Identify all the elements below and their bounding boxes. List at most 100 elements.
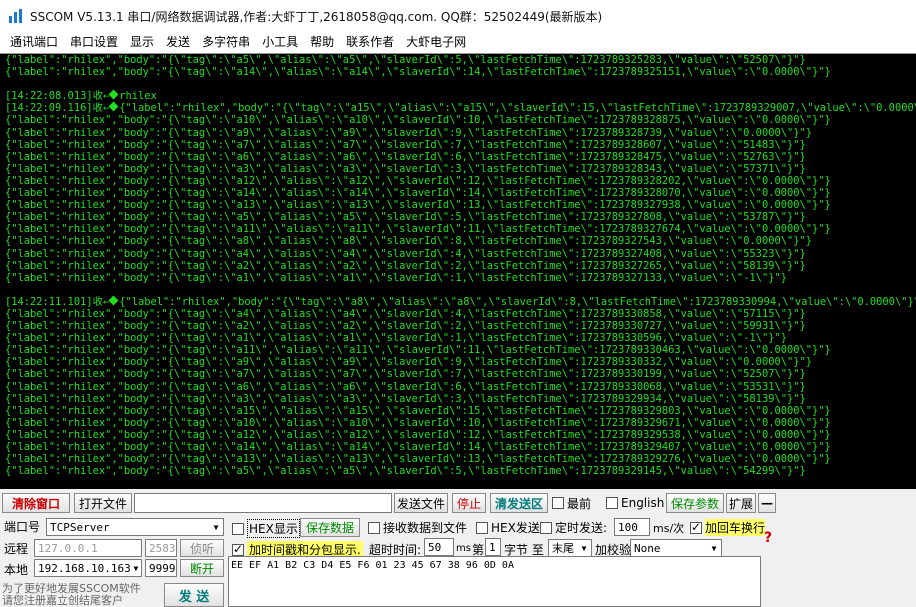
receive-marker-icon (108, 295, 119, 306)
remote-port-value: 2583 (149, 541, 176, 555)
send-file-button[interactable]: 发送文件 (394, 493, 448, 513)
log-line: {"label":"rhilex","body":"{\"tag\":\"a10… (5, 417, 916, 429)
add-crlf-checkbox[interactable]: 加回车换行 (690, 519, 766, 536)
log-line: {"label":"rhilex","body":"{\"tag\":\"a3\… (5, 163, 916, 175)
log-line: {"label":"rhilex","body":"{\"tag\":\"a10… (5, 114, 916, 126)
byte-start-input[interactable]: 1 (485, 538, 501, 556)
remote-row: 远程 (4, 540, 28, 557)
menu-display[interactable]: 显示 (124, 32, 160, 53)
add-crlf-box (690, 520, 702, 534)
log-line: {"label":"rhilex","body":"{\"tag\":\"a5\… (5, 465, 916, 477)
menu-serial-settings[interactable]: 串口设置 (64, 32, 124, 53)
log-timestamp: [14:22:11.101]收← (5, 295, 110, 308)
menu-website[interactable]: 大虾电子网 (400, 32, 472, 53)
log-text: {"label":"rhilex","body":"{\"tag\":\"a8\… (119, 295, 916, 308)
foremost-checkbox[interactable]: 最前 (552, 495, 591, 512)
timed-send-checkbox[interactable]: 定时发送: (540, 519, 607, 536)
send-button[interactable]: 发 送 (164, 583, 224, 607)
log-line: {"label":"rhilex","body":"{\"tag\":\"a4\… (5, 308, 916, 320)
local-port-input[interactable]: 9999 (145, 559, 177, 577)
log-text: {"label":"rhilex","body":"{\"tag\":\"a12… (5, 428, 831, 441)
log-text: {"label":"rhilex","body":"{\"tag\":\"a1\… (5, 332, 787, 345)
local-ip-select[interactable]: 192.168.10.163 ▼ (34, 559, 142, 577)
menu-tools[interactable]: 小工具 (256, 32, 304, 53)
log-line: {"label":"rhilex","body":"{\"tag\":\"a9\… (5, 127, 916, 139)
open-file-button[interactable]: 打开文件 (74, 493, 132, 513)
chevron-down-icon: ▼ (711, 543, 717, 553)
hex-send-checkbox[interactable]: HEX发送 (476, 519, 540, 536)
remote-port-input[interactable]: 2583 (145, 539, 177, 557)
log-text: {"label":"rhilex","body":"{\"tag\":\"a10… (5, 114, 831, 127)
timed-interval-input[interactable]: 100 (614, 518, 650, 536)
log-line: {"label":"rhilex","body":"{\"tag\":\"a13… (5, 199, 916, 211)
help-icon[interactable]: ? (764, 530, 772, 546)
hex-display-box (232, 522, 244, 535)
foremost-box (552, 497, 564, 509)
log-text: rhilex (119, 90, 157, 103)
log-line: [14:22:09.116]收← {"label":"rhilex","body"… (5, 101, 916, 115)
register-notice-text: 为了更好地发展SSCOM软件 请您注册嘉立创结尾客户 (2, 583, 141, 607)
log-line: {"label":"rhilex","body":"{\"tag\":\"a14… (5, 187, 916, 199)
log-line: {"label":"rhilex","body":"{\"tag\":\"a9\… (5, 356, 916, 368)
stop-button[interactable]: 停止 (452, 493, 486, 513)
log-line: {"label":"rhilex","body":"{\"tag\":\"a14… (5, 66, 916, 78)
save-params-button[interactable]: 保存参数 (666, 493, 724, 513)
toolbar-row: 清除窗口 打开文件 发送文件 停止 清发送区 最前 English 保存参数 扩… (0, 492, 916, 514)
log-text: {"label":"rhilex","body":"{\"tag\":\"a7\… (5, 368, 806, 381)
receive-marker-icon (108, 89, 119, 100)
byte-end-value: 末尾 (552, 542, 574, 555)
log-line: {"label":"rhilex","body":"{\"tag\":\"a2\… (5, 320, 916, 332)
log-text: {"label":"rhilex","body":"{\"tag\":\"a12… (5, 174, 831, 187)
menu-send[interactable]: 发送 (160, 32, 196, 53)
menu-contact[interactable]: 联系作者 (340, 32, 400, 53)
log-text: {"label":"rhilex","body":"{\"tag\":\"a1\… (5, 271, 787, 284)
port-row: 端口号 (4, 518, 40, 535)
hex-display-label: HEX显示 (247, 519, 300, 538)
timeout-unit-label: ms (456, 543, 471, 554)
log-text: {"label":"rhilex","body":"{\"tag\":\"a2\… (5, 259, 806, 272)
log-text: {"label":"rhilex","body":"{\"tag\":\"a15… (119, 102, 916, 115)
register-notice: 为了更好地发展SSCOM软件 请您注册嘉立创结尾客户 (2, 583, 162, 607)
remote-ip-input[interactable]: 127.0.0.1 (34, 539, 142, 557)
english-label: English (621, 496, 665, 510)
english-checkbox[interactable]: English (606, 496, 664, 510)
menu-help[interactable]: 帮助 (304, 32, 340, 53)
file-path-input[interactable] (134, 493, 392, 513)
expand-button[interactable]: 扩展 (726, 493, 756, 513)
clear-send-button[interactable]: 清发送区 (490, 493, 548, 513)
log-line: {"label":"rhilex","body":"{\"tag\":\"a12… (5, 175, 916, 187)
disconnect-button[interactable]: 断开 (180, 559, 224, 577)
checksum-value: None (634, 541, 661, 555)
port-select-value: TCPServer (50, 520, 110, 534)
log-text: {"label":"rhilex","body":"{\"tag\":\"a9\… (5, 126, 812, 139)
port-select[interactable]: TCPServer ▼ (46, 518, 224, 536)
log-line: {"label":"rhilex","body":"{\"tag\":\"a13… (5, 453, 916, 465)
timestamp-box (232, 542, 244, 556)
foremost-label: 最前 (567, 496, 592, 511)
listen-button[interactable]: 侦听 (180, 539, 224, 557)
timeout-input[interactable]: 50 (424, 538, 454, 556)
checksum-select[interactable]: None ▼ (630, 539, 722, 557)
timed-send-box (540, 521, 552, 534)
log-line: [14:22:11.101]收← {"label":"rhilex","body"… (5, 295, 916, 308)
log-text: {"label":"rhilex","body":"{\"tag\":\"a3\… (5, 162, 806, 175)
clear-window-button[interactable]: 清除窗口 (2, 493, 70, 513)
recv-to-file-checkbox[interactable]: 接收数据到文件 (368, 519, 467, 536)
log-line: [14:22:08.013]收← rhilex (5, 89, 916, 103)
chevron-down-icon: ▼ (213, 522, 219, 532)
log-line: {"label":"rhilex","body":"{\"tag\":\"a1\… (5, 272, 916, 284)
log-text: {"label":"rhilex","body":"{\"tag\":\"a9\… (5, 356, 812, 369)
remote-ip-value: 127.0.0.1 (38, 541, 98, 555)
send-input[interactable]: EE EF A1 B2 C3 D4 E5 F6 01 23 45 67 38 9… (228, 556, 761, 607)
receive-area[interactable]: {"label":"rhilex","body":"{\"tag\":\"a5\… (0, 53, 916, 489)
log-text: {"label":"rhilex","body":"{\"tag\":\"a11… (5, 344, 831, 357)
menu-multi-string[interactable]: 多字符串 (196, 32, 256, 53)
log-line: {"label":"rhilex","body":"{\"tag\":\"a2\… (5, 260, 916, 272)
hex-display-checkbox[interactable]: HEX显示 (232, 519, 300, 538)
save-data-button[interactable]: 保存数据 (300, 518, 360, 537)
collapse-button[interactable]: — (758, 493, 776, 513)
byte-end-select[interactable]: 末尾 ▼ (548, 539, 592, 557)
menu-port[interactable]: 通讯端口 (4, 32, 64, 53)
